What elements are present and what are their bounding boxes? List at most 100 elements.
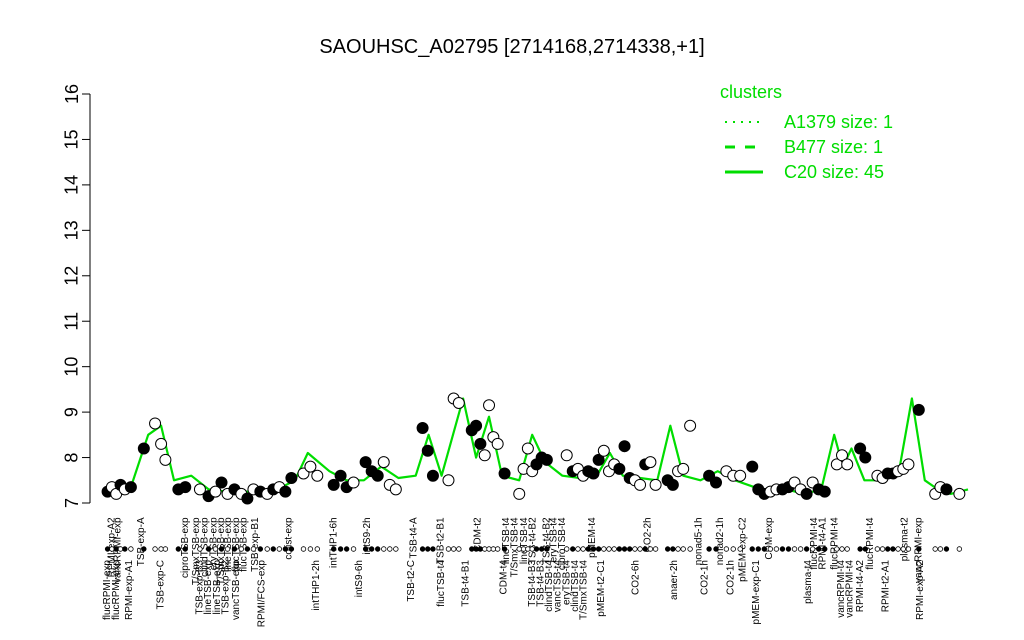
rug-mark-85 [713, 546, 719, 552]
data-point-89 [746, 460, 759, 473]
rug-mark-68 [601, 546, 607, 552]
rug-mark-37 [381, 546, 387, 552]
rug-mark-103 [839, 546, 845, 552]
rug-mark-12 [197, 546, 203, 552]
rug-mark-98 [803, 546, 810, 552]
rug-mark-110 [890, 546, 896, 552]
legend-label-c20: C20 size: 45 [784, 162, 884, 182]
rug-mark-21 [257, 546, 264, 552]
data-point-25 [279, 485, 292, 498]
bottom-label-32: RPMI-t4-A2 [855, 560, 866, 613]
data-point-80 [666, 478, 679, 491]
rug-mark-74 [632, 546, 638, 552]
rug-mark-22 [264, 546, 270, 552]
rug-mark-25 [282, 546, 289, 552]
rug-mark-51 [490, 546, 497, 552]
bottom-label-13: flucTSB-t4 [436, 560, 447, 607]
rug-mark-64 [580, 546, 586, 552]
bottom-label-26: CO2-1h [699, 560, 710, 595]
rug-mark-87 [730, 546, 736, 552]
y-tick-label-12: 12 [62, 266, 82, 286]
rug-mark-36 [375, 546, 381, 552]
data-point-9 [159, 453, 172, 466]
data-point-29 [311, 469, 324, 482]
rug-mark-71 [616, 546, 623, 552]
data-point-113 [902, 458, 915, 471]
rug-mark-30 [330, 546, 337, 552]
rug-mark-55 [520, 546, 527, 552]
data-point-82 [677, 462, 690, 475]
data-point-6 [137, 442, 150, 455]
data-point-61 [560, 449, 573, 462]
rug-mark-56 [525, 546, 531, 552]
rug-mark-104 [844, 546, 850, 552]
bottom-label-34: RPMI-exp-A2 [915, 560, 926, 620]
rug-mark-44 [450, 546, 457, 552]
rug-mark-90 [755, 546, 761, 552]
rug-mark-38 [387, 546, 393, 552]
data-point-83 [684, 419, 697, 432]
bottom-label-31: vancRPMI-t4 [844, 560, 855, 618]
bottom-label-7: TSB-exp-B2 [220, 560, 231, 615]
data-point-41 [421, 444, 434, 457]
point-label-30: CDM-exp [764, 517, 775, 560]
rug-mark-81 [675, 546, 681, 552]
data-point-43 [442, 474, 455, 487]
y-tick-label-11: 11 [62, 312, 82, 331]
cluster-line-c20 [104, 397, 969, 495]
rug-mark-67 [595, 546, 602, 552]
rug-mark-111 [895, 546, 901, 552]
rug-mark-75 [637, 546, 643, 552]
rug-mark-27 [300, 546, 307, 552]
rug-mark-11 [182, 546, 188, 552]
rug-mark-48 [477, 546, 484, 552]
rug-mark-107 [874, 546, 881, 552]
rug-mark-13 [205, 546, 212, 552]
rug-mark-86 [723, 546, 730, 552]
bottom-label-24: CO2-6h [630, 560, 641, 595]
data-point-28 [304, 460, 317, 473]
rug-mark-73 [627, 546, 633, 552]
data-point-85 [710, 476, 723, 489]
rug-mark-47 [473, 546, 479, 552]
data-point-71 [613, 462, 626, 475]
data-point-72 [618, 440, 631, 453]
data-point-54 [513, 487, 526, 500]
data-point-42 [426, 469, 439, 482]
rug-mark-99 [809, 546, 816, 552]
bottom-label-29: plasma-t4 [803, 560, 814, 604]
data-point-88 [734, 469, 747, 482]
data-point-47 [470, 419, 483, 432]
bottom-label-11: intS9-6h [354, 560, 365, 597]
chart-title: SAOUHSC_A02795 [2714168,2714338,+1] [319, 36, 704, 58]
rug-mark-93 [773, 546, 780, 552]
rug-mark-1 [109, 546, 115, 552]
bottom-label-33: RPMI-t2-A1 [881, 560, 892, 613]
rug-mark-0 [104, 546, 111, 552]
rug-mark-52 [494, 546, 501, 552]
rug-mark-57 [529, 546, 535, 552]
rug-mark-89 [749, 546, 755, 552]
data-point-104 [841, 458, 854, 471]
bottom-label-9: RPMI/FCS-exp [257, 560, 268, 628]
rug-mark-42 [430, 546, 436, 552]
legend: clusters A1379 size: 1 B477 size: 1 C20 … [720, 82, 893, 182]
data-point-36 [371, 469, 384, 482]
rug-mark-105 [857, 546, 863, 552]
rug-mark-108 [879, 546, 886, 552]
rug-mark-95 [785, 546, 792, 552]
data-point-30 [327, 478, 340, 491]
rug-mark-117 [943, 546, 950, 552]
point-label-25: pMEM-t4 [587, 517, 598, 558]
rug-mark-28 [307, 546, 314, 552]
rug-mark-88 [737, 546, 743, 552]
rug-mark-91 [761, 546, 768, 552]
rug-mark-58 [533, 546, 540, 552]
bottom-label-22: T/SmxTSB-t4 [579, 560, 590, 620]
data-point-5 [124, 481, 137, 494]
rug-mark-82 [680, 546, 686, 552]
chart: SAOUHSC_A02795 [2714168,2714338,+1] 7 8 9 1… [62, 36, 969, 628]
bottom-label-14: TSB-t4-B1 [460, 560, 471, 607]
data-point-31 [334, 469, 347, 482]
data-point-68 [597, 444, 610, 457]
